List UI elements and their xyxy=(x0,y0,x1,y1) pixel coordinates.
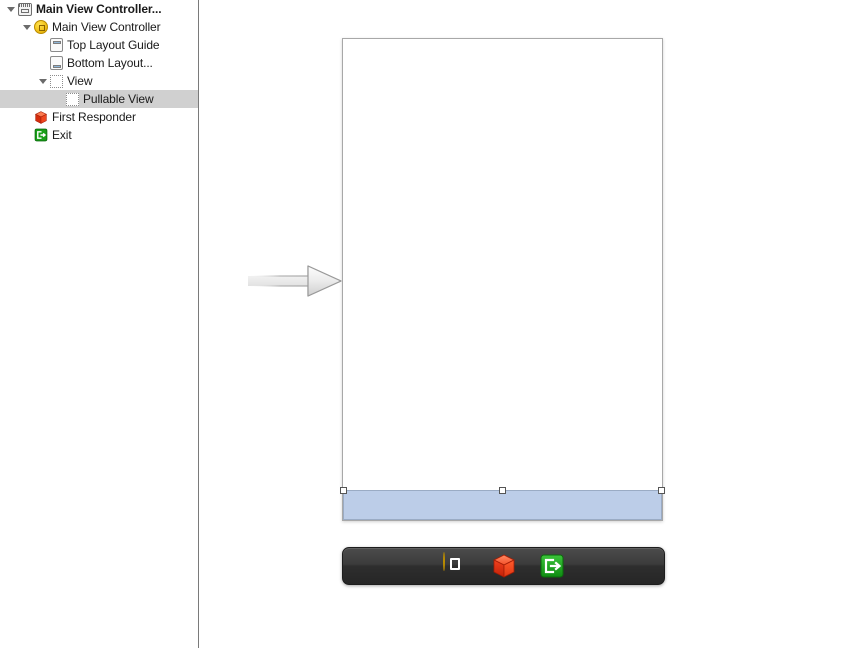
view-controller-icon xyxy=(442,552,445,571)
outline-row-label: Bottom Layout... xyxy=(67,56,153,70)
outline-row-label: Pullable View xyxy=(83,92,154,106)
outline-row-label: First Responder xyxy=(52,110,136,124)
outline-row-label: Exit xyxy=(52,128,72,142)
bottom-layout-guide-icon xyxy=(50,56,63,70)
first-responder-icon xyxy=(34,110,48,125)
outline-row[interactable]: Exit xyxy=(0,126,198,144)
first-responder-icon xyxy=(492,554,515,578)
dock-item-first-responder[interactable] xyxy=(491,553,517,579)
outline-row-label: Main View Controller xyxy=(52,20,161,34)
resize-handle-top-right[interactable] xyxy=(658,487,665,494)
scene-icon xyxy=(18,2,32,16)
outline-row-label: Main View Controller... xyxy=(36,2,162,16)
view-icon xyxy=(66,92,79,106)
outline-row[interactable]: Bottom Layout... xyxy=(0,54,198,72)
dock-item-view-controller[interactable] xyxy=(442,552,469,579)
outline-row[interactable]: Top Layout Guide xyxy=(0,36,198,54)
resize-handle-top-left[interactable] xyxy=(340,487,347,494)
exit-icon xyxy=(540,554,563,578)
scene-dock[interactable] xyxy=(342,547,665,585)
outline-row[interactable]: First Responder xyxy=(0,108,198,126)
resize-handle-top-center[interactable] xyxy=(498,487,506,494)
pullable-view-selected[interactable] xyxy=(340,487,665,520)
outline-row[interactable]: Main View Controller xyxy=(0,18,198,36)
storyboard-canvas[interactable] xyxy=(200,0,867,648)
outline-row[interactable]: Main View Controller... xyxy=(0,0,198,18)
top-layout-guide-icon xyxy=(50,38,63,52)
view-icon xyxy=(50,74,63,88)
outline-row[interactable]: Pullable View xyxy=(0,90,198,108)
disclosure-triangle-open-icon[interactable] xyxy=(6,4,17,15)
outline-tree[interactable]: Main View Controller... Main View Control… xyxy=(0,0,198,144)
view-controller-icon xyxy=(34,20,48,34)
outline-row-label: Top Layout Guide xyxy=(67,38,160,52)
outline-row[interactable]: View xyxy=(0,72,198,90)
document-outline-panel: Main View Controller... Main View Control… xyxy=(0,0,199,648)
initial-view-controller-arrow[interactable] xyxy=(246,262,344,300)
arrow-icon xyxy=(247,265,342,297)
scene-root-view[interactable] xyxy=(340,38,665,521)
exit-icon xyxy=(34,128,48,142)
dock-item-exit[interactable] xyxy=(539,553,565,579)
disclosure-triangle-open-icon[interactable] xyxy=(22,22,33,33)
disclosure-triangle-open-icon[interactable] xyxy=(38,76,49,87)
outline-row-label: View xyxy=(67,74,93,88)
